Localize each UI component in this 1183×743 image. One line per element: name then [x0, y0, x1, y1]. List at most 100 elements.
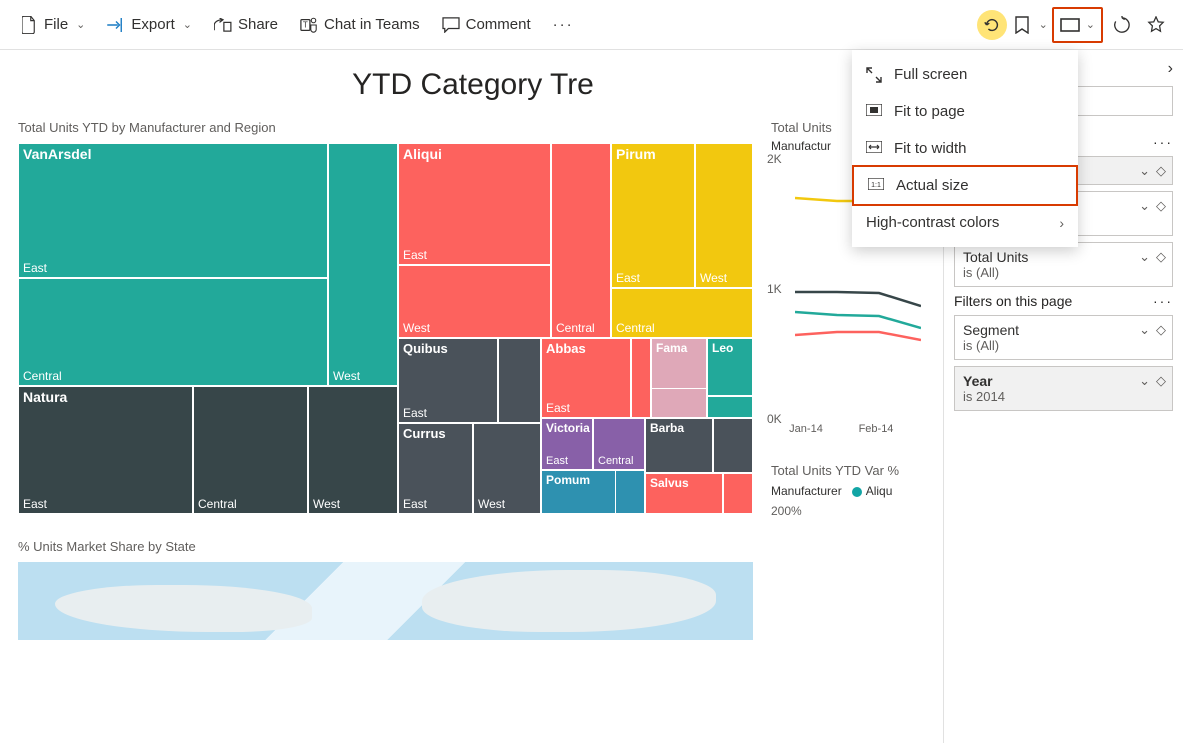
chevron-down-icon[interactable]: ⌄: [1039, 18, 1048, 31]
report-canvas: YTD Category Tre Total Units YTD by Manu…: [18, 68, 928, 743]
file-label: File: [44, 16, 68, 33]
file-menu[interactable]: File ⌄: [12, 8, 93, 42]
chevron-down-icon[interactable]: ⌄: [1139, 163, 1150, 179]
treemap-region[interactable]: East: [541, 418, 593, 470]
eraser-icon[interactable]: ◇: [1156, 373, 1166, 389]
map-land: [422, 570, 716, 632]
share-button[interactable]: Share: [206, 8, 286, 42]
chevron-down-icon[interactable]: ⌄: [1139, 322, 1150, 338]
var-chart-legend: Manufacturer Aliqu: [771, 484, 921, 498]
treemap-cell-abbas[interactable]: Abbas East: [541, 338, 631, 418]
treemap-cell-barba[interactable]: Barba: [645, 418, 713, 473]
svg-text:1:1: 1:1: [871, 182, 881, 189]
bookmark-button[interactable]: [1011, 8, 1033, 42]
chat-label: Chat in Teams: [324, 16, 420, 33]
treemap-region[interactable]: East: [398, 423, 473, 514]
bookmark-icon: [1015, 16, 1029, 34]
filter-title: Total Units: [963, 249, 1164, 265]
chevron-down-icon[interactable]: ⌄: [1139, 249, 1150, 265]
actual-size-icon: 1:1: [868, 178, 884, 194]
treemap-chart[interactable]: VanArsdel East Central West Natura East …: [18, 143, 753, 515]
treemap-region[interactable]: Central: [18, 278, 328, 386]
filter-card[interactable]: ⌄ ◇ Total Units is (All): [954, 242, 1173, 287]
menu-item-fit-page[interactable]: Fit to page: [852, 93, 1078, 130]
export-label: Export: [131, 16, 174, 33]
more-menu[interactable]: ···: [545, 8, 582, 42]
chevron-down-icon: ⌄: [1086, 18, 1095, 31]
treemap-region[interactable]: [498, 338, 541, 423]
treemap-region[interactable]: East: [611, 143, 695, 288]
menu-label: Full screen: [894, 66, 967, 83]
favorite-button[interactable]: [1141, 8, 1171, 42]
more-icon[interactable]: ···: [1153, 134, 1173, 150]
treemap-cell-salvus[interactable]: Salvus: [645, 473, 723, 514]
chevron-down-icon[interactable]: ⌄: [1139, 198, 1150, 214]
treemap-region[interactable]: East: [398, 143, 551, 265]
treemap-region[interactable]: [615, 470, 645, 514]
treemap-region[interactable]: [713, 418, 753, 473]
menu-item-fit-width[interactable]: Fit to width: [852, 130, 1078, 167]
eraser-icon[interactable]: ◇: [1156, 322, 1166, 338]
treemap-cell-leo[interactable]: Leo: [707, 338, 753, 396]
menu-item-fullscreen[interactable]: Full screen: [852, 56, 1078, 93]
undo-icon: [983, 16, 1001, 34]
chevron-down-icon[interactable]: ⌄: [1139, 373, 1150, 389]
var-y-tick: 200%: [771, 504, 921, 518]
treemap-region[interactable]: [707, 396, 753, 418]
comment-button[interactable]: Comment: [434, 8, 539, 42]
view-icon: [1060, 18, 1080, 32]
treemap-region[interactable]: Central: [193, 386, 308, 514]
filter-card[interactable]: ⌄ ◇ Segment is (All): [954, 315, 1173, 360]
treemap-region[interactable]: Central: [551, 143, 611, 338]
chevron-right-icon: ›: [1059, 215, 1064, 231]
menu-item-actual-size[interactable]: 1:1 Actual size: [852, 165, 1078, 206]
view-mode-button[interactable]: ⌄: [1052, 7, 1103, 43]
eraser-icon[interactable]: ◇: [1156, 163, 1166, 179]
filter-title: Year: [963, 373, 1164, 389]
chevron-down-icon: ⌄: [76, 18, 85, 31]
fit-width-icon: [866, 141, 882, 157]
filter-title: Segment: [963, 322, 1164, 338]
map-chart[interactable]: [18, 562, 753, 640]
chevron-right-icon: ›: [1168, 60, 1173, 78]
filter-value: is (All): [963, 338, 1164, 353]
eraser-icon[interactable]: ◇: [1156, 249, 1166, 265]
view-mode-menu: Full screen Fit to page Fit to width 1:1…: [852, 50, 1078, 247]
treemap-region[interactable]: West: [398, 265, 551, 338]
chevron-down-icon: ⌄: [183, 18, 192, 31]
filter-value: is (All): [963, 265, 1164, 280]
treemap-region[interactable]: Central: [593, 418, 645, 470]
map-title: % Units Market Share by State: [18, 539, 753, 554]
eraser-icon[interactable]: ◇: [1156, 198, 1166, 214]
treemap-region[interactable]: [723, 473, 753, 514]
refresh-button[interactable]: [1107, 8, 1137, 42]
star-icon: [1147, 16, 1165, 34]
share-icon: [214, 16, 232, 34]
filter-value: is 2014: [963, 389, 1164, 404]
var-chart-title: Total Units YTD Var %: [771, 463, 921, 478]
treemap-region[interactable]: Central: [611, 288, 753, 338]
filter-card[interactable]: ⌄ ◇ Year is 2014: [954, 366, 1173, 411]
treemap-region[interactable]: West: [695, 143, 753, 288]
comment-label: Comment: [466, 16, 531, 33]
top-toolbar: File ⌄ Export ⌄ Share T Chat in Teams Co…: [0, 0, 1183, 50]
reset-button[interactable]: [977, 10, 1007, 40]
share-label: Share: [238, 16, 278, 33]
treemap-region[interactable]: [631, 338, 651, 418]
treemap-region[interactable]: [651, 388, 707, 418]
menu-item-high-contrast[interactable]: High-contrast colors ›: [852, 204, 1078, 241]
treemap-region[interactable]: East: [398, 338, 498, 423]
treemap-region[interactable]: West: [328, 143, 398, 386]
treemap-region[interactable]: East: [18, 386, 193, 514]
treemap-title: Total Units YTD by Manufacturer and Regi…: [18, 120, 753, 135]
treemap-region[interactable]: West: [308, 386, 398, 514]
teams-icon: T: [300, 16, 318, 34]
more-icon[interactable]: ···: [1153, 293, 1173, 309]
treemap-region[interactable]: West: [473, 423, 541, 514]
report-title: YTD Category Tre: [18, 68, 928, 102]
treemap-region[interactable]: East: [18, 143, 328, 278]
y-tick: 1K: [767, 282, 782, 296]
chat-teams-button[interactable]: T Chat in Teams: [292, 8, 428, 42]
svg-text:T: T: [303, 20, 308, 29]
export-menu[interactable]: Export ⌄: [99, 8, 200, 42]
